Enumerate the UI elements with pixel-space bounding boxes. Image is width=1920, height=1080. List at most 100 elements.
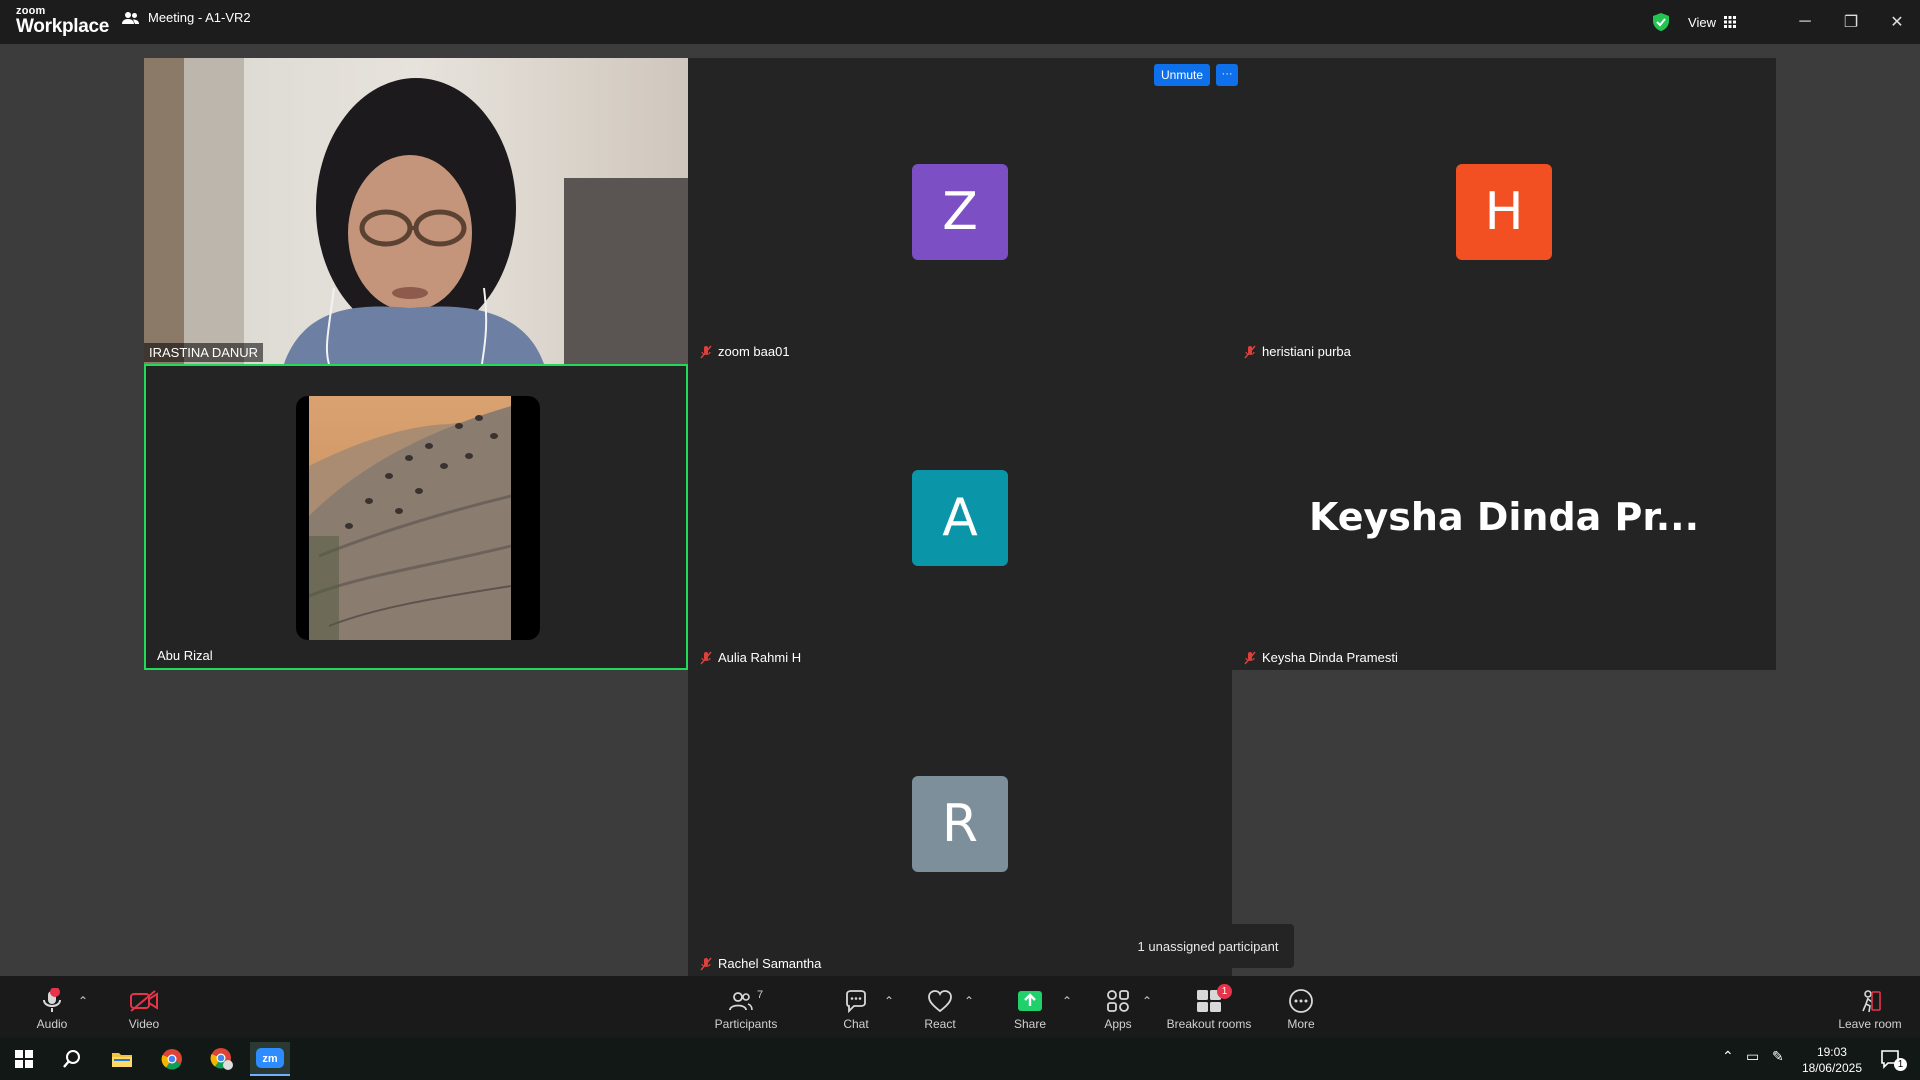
participant-name: Keysha Dinda Pramesti — [1262, 650, 1398, 665]
windows-start-icon — [15, 1050, 33, 1068]
participant-name: Rachel Samantha — [718, 956, 822, 971]
participant-tile[interactable]: A Aulia Rahmi H — [688, 364, 1232, 670]
notification-count: 1 — [1894, 1058, 1907, 1071]
muted-mic-icon — [700, 957, 712, 970]
share-label: Share — [1013, 1017, 1047, 1031]
view-button[interactable]: View — [1688, 15, 1736, 30]
search-icon — [63, 1050, 80, 1068]
apps-icon — [1107, 990, 1129, 1012]
video-gallery: IRASTINA DANUR Z zoom baa01 H heristiani… — [144, 58, 1776, 976]
participant-avatar: A — [912, 470, 1008, 566]
participant-avatar: Z — [912, 164, 1008, 260]
file-explorer-taskbar-button[interactable] — [102, 1042, 142, 1076]
avatar-initial: R — [941, 794, 979, 854]
grid-icon — [1724, 16, 1736, 28]
system-clock[interactable]: 19:03 18/06/2025 — [1802, 1044, 1862, 1076]
participant-name: IRASTINA DANUR — [149, 345, 259, 360]
folder-icon — [112, 1053, 132, 1067]
chat-label: Chat — [843, 1017, 869, 1031]
chat-icon — [846, 990, 866, 1013]
zoom-taskbar-button[interactable]: zm — [250, 1042, 290, 1076]
clock-date: 18/06/2025 — [1801, 1061, 1862, 1075]
notification-center-button[interactable]: 1 — [1870, 1042, 1910, 1076]
video-label: Video — [128, 1017, 160, 1031]
breakout-badge: 1 — [1217, 984, 1232, 999]
video-off-icon — [130, 990, 158, 1012]
participant-avatar: H — [1456, 164, 1552, 260]
microphone-icon — [43, 988, 61, 1012]
close-button[interactable]: ✕ — [1874, 0, 1920, 44]
encryption-shield-icon[interactable] — [1652, 12, 1670, 32]
react-options-chevron-icon[interactable]: ⌃ — [964, 994, 974, 1008]
profile-picture-image — [309, 396, 511, 640]
logo-line2: Workplace — [16, 16, 110, 37]
participant-name-label: Rachel Samantha — [694, 954, 826, 973]
view-label: View — [1688, 14, 1716, 30]
audio-label: Audio — [36, 1017, 68, 1031]
zoom-logo: zoom Workplace — [16, 6, 110, 37]
start-button[interactable] — [4, 1042, 44, 1076]
more-options-button[interactable]: ··· — [1216, 64, 1239, 86]
title-bar: zoom Workplace Meeting - A1-VR2 View ─ ❐… — [0, 0, 1920, 44]
chrome-taskbar-button[interactable] — [152, 1042, 192, 1076]
chrome-profile-icon — [210, 1048, 233, 1070]
show-hidden-icons-chevron-icon[interactable]: ⌃ — [1722, 1048, 1734, 1065]
participant-name: heristiani purba — [1262, 344, 1351, 359]
apps-label: Apps — [1104, 1017, 1132, 1031]
avatar-initial: Z — [942, 182, 978, 242]
participant-tile[interactable]: H heristiani purba — [1232, 58, 1776, 364]
pen-icon[interactable]: ✎ — [1772, 1048, 1784, 1065]
profile-picture — [296, 396, 540, 640]
search-button[interactable] — [52, 1042, 92, 1076]
chrome-profile-taskbar-button[interactable] — [202, 1042, 242, 1076]
participant-name: Aulia Rahmi H — [718, 650, 802, 665]
muted-mic-icon — [700, 345, 712, 358]
participant-name-label: Abu Rizal — [152, 646, 218, 665]
leave-room-button[interactable]: Leave room — [1828, 988, 1912, 1031]
chrome-icon — [161, 1049, 182, 1070]
participants-icon — [729, 992, 753, 1011]
participant-name-label: Keysha Dinda Pramesti — [1238, 648, 1403, 667]
network-icon[interactable]: ▭ — [1746, 1048, 1759, 1065]
participant-video — [144, 58, 688, 364]
share-screen-icon — [1018, 991, 1042, 1011]
clock-time: 19:03 — [1816, 1045, 1847, 1059]
participant-tile-active-speaker[interactable]: Abu Rizal — [144, 364, 688, 670]
share-options-chevron-icon[interactable]: ⌃ — [1062, 994, 1072, 1008]
muted-mic-icon — [1244, 651, 1256, 664]
avatar-initial: A — [942, 488, 978, 548]
restore-button[interactable]: ❐ — [1828, 0, 1874, 44]
meeting-toolbar: Audio ⌃ Video 7 Participants Chat ⌃ Reac… — [0, 976, 1920, 1038]
participant-name-label: zoom baa01 — [694, 342, 795, 361]
more-button[interactable]: More — [1261, 988, 1341, 1031]
participant-tile[interactable]: Z zoom baa01 — [688, 58, 1232, 364]
heart-icon — [928, 990, 952, 1013]
apps-options-chevron-icon[interactable]: ⌃ — [1142, 994, 1152, 1008]
chat-options-chevron-icon[interactable]: ⌃ — [884, 994, 894, 1008]
muted-mic-icon — [700, 651, 712, 664]
participant-display-name: Keysha Dinda Pr... — [1308, 495, 1700, 539]
avatar-initial: H — [1484, 182, 1524, 242]
participant-tile[interactable]: Keysha Dinda Pr... Keysha Dinda Pramesti — [1232, 364, 1776, 670]
meeting-title: Meeting - A1-VR2 — [148, 10, 251, 25]
meeting-info[interactable]: Meeting - A1-VR2 — [122, 10, 251, 25]
audio-options-chevron-icon[interactable]: ⌃ — [78, 994, 88, 1008]
muted-mic-icon — [1244, 345, 1256, 358]
minimize-button[interactable]: ─ — [1782, 0, 1828, 44]
share-button[interactable]: Share — [990, 988, 1070, 1031]
svg-text:zm: zm — [262, 1053, 278, 1065]
breakout-rooms-button[interactable]: 1 Breakout rooms — [1159, 984, 1259, 1031]
breakout-rooms-label: Breakout rooms — [1166, 1017, 1252, 1031]
participant-name: zoom baa01 — [718, 344, 790, 359]
zoom-app-icon: zm — [256, 1048, 284, 1068]
unmute-button[interactable]: Unmute — [1154, 64, 1211, 86]
participant-tile[interactable]: IRASTINA DANUR — [144, 58, 688, 364]
video-button[interactable]: Video — [104, 988, 184, 1031]
unassigned-participant-tooltip: 1 unassigned participant — [1122, 924, 1294, 968]
participant-name-label: heristiani purba — [1238, 342, 1356, 361]
participant-name-label: Aulia Rahmi H — [694, 648, 806, 667]
unmute-request-controls: Unmute ··· — [1154, 64, 1239, 86]
participants-button[interactable]: 7 Participants — [706, 988, 786, 1031]
react-label: React — [924, 1017, 956, 1031]
leave-room-label: Leave room — [1838, 1017, 1902, 1031]
